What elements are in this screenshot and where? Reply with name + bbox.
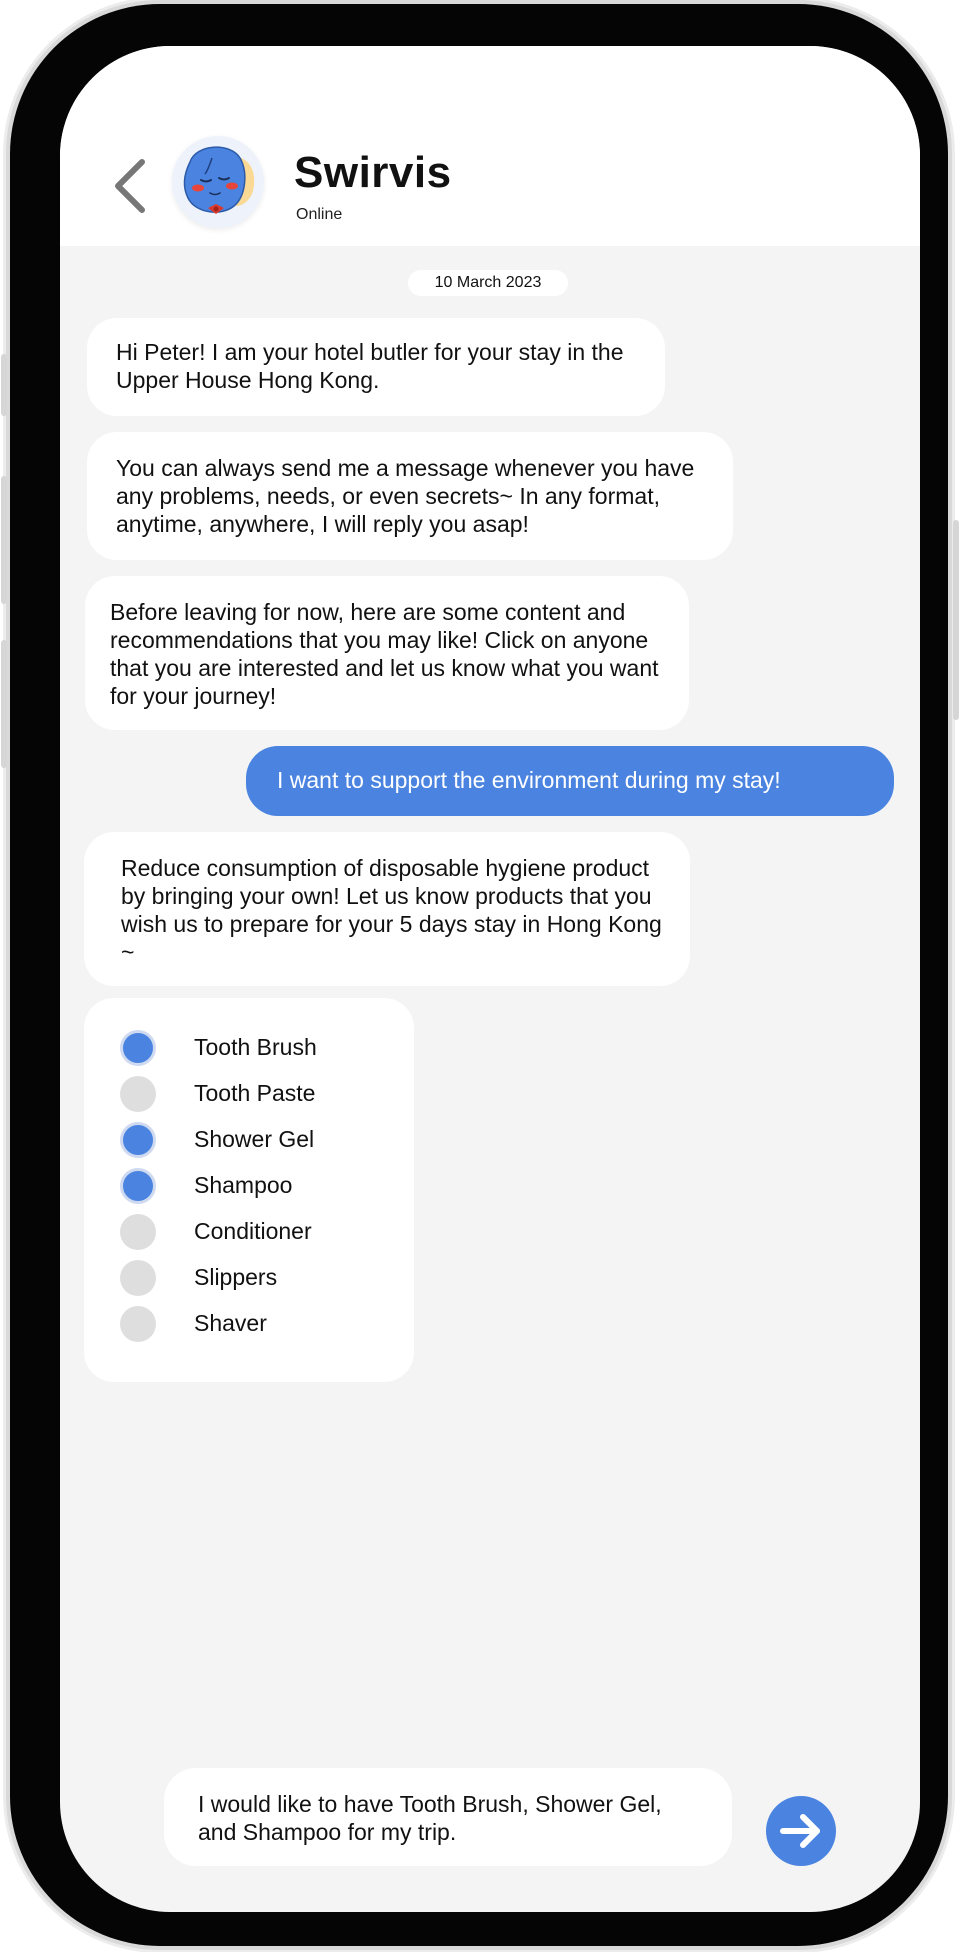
chevron-left-icon xyxy=(115,159,145,213)
message-input[interactable]: I would like to have Tooth Brush, Shower… xyxy=(164,1768,732,1866)
message-bubble: Hi Peter! I am your hotel butler for you… xyxy=(87,318,665,416)
phone-frame: Swirvis Online 10 March 2023 Hi Peter! I… xyxy=(1,4,959,1946)
option-label: Conditioner xyxy=(194,1218,312,1244)
message-bubble: Reduce consumption of disposable hygiene… xyxy=(84,832,690,986)
message-bubble: You can always send me a message wheneve… xyxy=(87,432,733,560)
option-tooth-paste[interactable]: Tooth Paste xyxy=(120,1074,400,1114)
message-input-text: I would like to have Tooth Brush, Shower… xyxy=(198,1791,662,1845)
option-label: Shaver xyxy=(194,1310,267,1336)
option-shower-gel[interactable]: Shower Gel xyxy=(120,1120,400,1160)
option-shampoo[interactable]: Shampoo xyxy=(120,1166,400,1206)
option-label: Shower Gel xyxy=(194,1126,315,1152)
radio-button-checked[interactable] xyxy=(120,1168,156,1204)
radio-button-checked[interactable] xyxy=(120,1030,156,1066)
radio-button[interactable] xyxy=(120,1306,156,1342)
message-text: Hi Peter! I am your hotel butler for you… xyxy=(116,339,624,393)
option-label: Slippers xyxy=(194,1264,278,1290)
option-label: Tooth Paste xyxy=(194,1080,316,1106)
send-button[interactable] xyxy=(766,1796,836,1866)
hygiene-product-options: Tooth Brush Tooth Paste Shower Gel Shamp… xyxy=(84,998,414,1382)
contact-status: Online xyxy=(296,206,343,223)
arrow-right-icon xyxy=(780,1814,820,1848)
avatar xyxy=(172,136,264,228)
chat-screen: Swirvis Online 10 March 2023 Hi Peter! I… xyxy=(60,46,920,1912)
butler-mascot-icon xyxy=(183,146,255,214)
radio-button[interactable] xyxy=(120,1260,156,1296)
option-label: Tooth Brush xyxy=(194,1034,317,1060)
user-message-bubble: I want to support the environment during… xyxy=(246,746,894,816)
side-button xyxy=(1,476,7,604)
date-separator: 10 March 2023 xyxy=(408,270,568,296)
contact-name: Swirvis xyxy=(294,148,452,197)
option-label: Shampoo xyxy=(194,1172,293,1198)
option-slippers[interactable]: Slippers xyxy=(120,1258,400,1298)
message-text: Reduce consumption of disposable hygiene… xyxy=(121,855,662,965)
radio-button-checked[interactable] xyxy=(120,1122,156,1158)
message-text: I want to support the environment during… xyxy=(277,767,781,793)
radio-button[interactable] xyxy=(120,1076,156,1112)
side-button xyxy=(953,520,959,720)
message-text: Before leaving for now, here are some co… xyxy=(110,599,659,709)
option-shaver[interactable]: Shaver xyxy=(120,1304,400,1344)
message-text: You can always send me a message wheneve… xyxy=(116,455,695,537)
message-bubble: Before leaving for now, here are some co… xyxy=(85,576,689,730)
side-button xyxy=(1,640,7,768)
back-button[interactable] xyxy=(108,156,158,216)
option-conditioner[interactable]: Conditioner xyxy=(120,1212,400,1252)
chat-header: Swirvis Online xyxy=(60,46,920,246)
side-button xyxy=(1,354,7,416)
radio-button[interactable] xyxy=(120,1214,156,1250)
option-tooth-brush[interactable]: Tooth Brush xyxy=(120,1028,400,1068)
